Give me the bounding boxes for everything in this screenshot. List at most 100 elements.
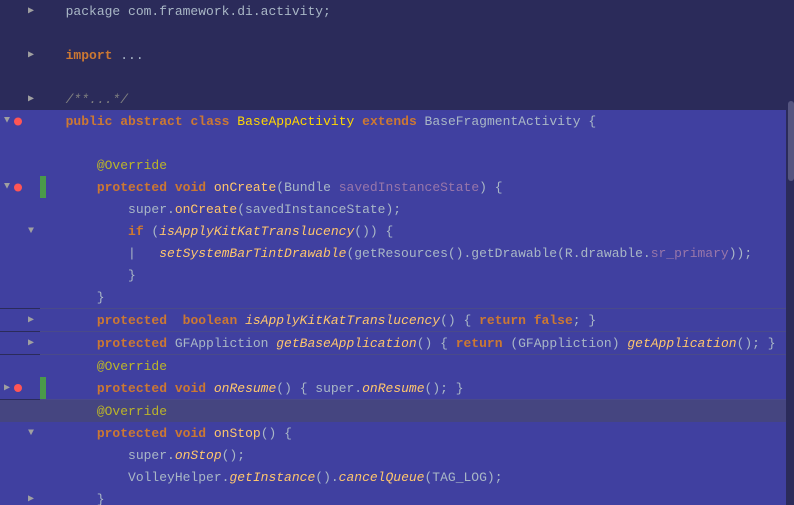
line-content-9: protected void onCreate(Bundle savedInst… (46, 176, 794, 198)
code-line-11: ▼ if (isApplyKitKatTranslucency()) { (0, 220, 794, 242)
code-text: protected GFAppliction getBaseApplicatio… (50, 336, 776, 351)
left-bar-2 (40, 22, 46, 44)
code-text: public abstract class BaseAppActivity ex… (50, 114, 596, 129)
code-line-9: ▼ protected void onCreate(Bundle savedIn… (0, 176, 794, 198)
code-line-27: ▶ } (0, 488, 794, 505)
line-content-7 (46, 132, 794, 154)
gutter-3: ▶ (0, 49, 40, 61)
left-bar-7 (40, 132, 46, 154)
left-bar-12 (40, 242, 46, 264)
code-line-24: ▼ protected void onStop() { (0, 422, 794, 444)
code-text: @Override (50, 158, 167, 173)
line-content-16: protected boolean isApplyKitKatTransluce… (46, 309, 794, 331)
code-line-18: ▶ protected GFAppliction getBaseApplicat… (0, 332, 794, 354)
left-bar-25 (40, 444, 46, 466)
gutter-11: ▼ (0, 226, 40, 237)
code-line-6: ▼ public abstract class BaseAppActivity … (0, 110, 794, 132)
scrollbar-vertical[interactable] (786, 0, 794, 505)
left-bar-16 (40, 309, 46, 331)
code-line-12: | setSystemBarTintDrawable(getResources(… (0, 242, 794, 264)
left-bar-10 (40, 198, 46, 220)
line-content-11: if (isApplyKitKatTranslucency()) { (46, 220, 794, 242)
fold-icon-24[interactable]: ▼ (26, 428, 36, 439)
line-content-13: } (46, 264, 794, 286)
left-bar-27 (40, 488, 46, 505)
code-text: } (50, 290, 105, 305)
gutter-5: ▶ (0, 93, 40, 105)
left-bar-23 (40, 400, 46, 422)
line-content-18: protected GFAppliction getBaseApplicatio… (46, 332, 794, 354)
gutter-27: ▶ (0, 493, 40, 505)
code-text: | setSystemBarTintDrawable(getResources(… (50, 246, 752, 261)
breakpoint-icon-6 (14, 117, 22, 125)
code-text: import ... (50, 48, 144, 63)
line-content-24: protected void onStop() { (46, 422, 794, 444)
code-line-26: VolleyHelper.getInstance().cancelQueue(T… (0, 466, 794, 488)
left-bar-13 (40, 264, 46, 286)
scrollbar-thumb[interactable] (788, 101, 794, 181)
code-text: @Override (50, 359, 167, 374)
line-content-8: @Override (46, 154, 794, 176)
left-bar-6 (40, 110, 46, 132)
code-text: @Override (50, 404, 167, 419)
code-text: protected void onResume() { super.onResu… (50, 381, 464, 396)
left-bar-4 (40, 66, 46, 88)
left-bar-26 (40, 466, 46, 488)
fold-icon-16[interactable]: ▶ (26, 314, 36, 326)
code-text: /**...*/ (50, 92, 128, 107)
code-line-4 (0, 66, 794, 88)
code-line-5: ▶ /**...*/ (0, 88, 794, 110)
left-bar-3 (40, 44, 46, 66)
code-line-21: ▶ protected void onResume() { super.onRe… (0, 377, 794, 399)
code-text: super.onCreate(savedInstanceState); (50, 202, 401, 217)
line-content-27: } (46, 488, 794, 505)
line-content-20: @Override (46, 355, 794, 377)
code-line-2 (0, 22, 794, 44)
code-editor: ▶ package com.framework.di.activity; ▶ i… (0, 0, 794, 505)
line-content-10: super.onCreate(savedInstanceState); (46, 198, 794, 220)
line-content-12: | setSystemBarTintDrawable(getResources(… (46, 242, 794, 264)
fold-icon-1[interactable]: ▶ (26, 5, 36, 17)
fold-icon-6[interactable]: ▼ (2, 116, 12, 127)
line-content-14: } (46, 286, 794, 308)
code-line-8: @Override (0, 154, 794, 176)
code-line-14: } (0, 286, 794, 308)
code-text: } (50, 268, 136, 283)
gutter-18: ▶ (0, 337, 40, 349)
breakpoint-icon-9 (14, 183, 22, 191)
line-content-25: super.onStop(); (46, 444, 794, 466)
code-text: protected void onCreate(Bundle savedInst… (50, 180, 503, 195)
line-content-21: protected void onResume() { super.onResu… (46, 377, 794, 399)
line-content-2 (46, 22, 794, 44)
code-line-7 (0, 132, 794, 154)
left-bar-1 (40, 0, 46, 22)
line-content-5: /**...*/ (46, 88, 794, 110)
fold-icon-5[interactable]: ▶ (26, 93, 36, 105)
fold-icon-11[interactable]: ▼ (26, 226, 36, 237)
gutter-24: ▼ (0, 428, 40, 439)
fold-icon-3[interactable]: ▶ (26, 49, 36, 61)
code-line-1: ▶ package com.framework.di.activity; (0, 0, 794, 22)
code-text: package com.framework.di.activity; (50, 4, 331, 19)
code-text: if (isApplyKitKatTranslucency()) { (50, 224, 393, 239)
left-bar-8 (40, 154, 46, 176)
fold-icon-21[interactable]: ▶ (2, 382, 12, 394)
left-bar-24 (40, 422, 46, 444)
left-bar-14 (40, 286, 46, 308)
line-content-26: VolleyHelper.getInstance().cancelQueue(T… (46, 466, 794, 488)
code-line-10: super.onCreate(savedInstanceState); (0, 198, 794, 220)
left-bar-20 (40, 355, 46, 377)
line-content-23: @Override (46, 400, 794, 422)
left-bar-11 (40, 220, 46, 242)
line-content-4 (46, 66, 794, 88)
line-content-6: public abstract class BaseAppActivity ex… (46, 110, 794, 132)
code-line-13: } (0, 264, 794, 286)
line-content-1: package com.framework.di.activity; (46, 0, 794, 22)
gutter-1: ▶ (0, 5, 40, 17)
fold-icon-27[interactable]: ▶ (26, 493, 36, 505)
code-line-23: @Override (0, 400, 794, 422)
code-line-20: @Override (0, 355, 794, 377)
fold-icon-18[interactable]: ▶ (26, 337, 36, 349)
code-container[interactable]: ▶ package com.framework.di.activity; ▶ i… (0, 0, 794, 505)
fold-icon-9[interactable]: ▼ (2, 182, 12, 193)
